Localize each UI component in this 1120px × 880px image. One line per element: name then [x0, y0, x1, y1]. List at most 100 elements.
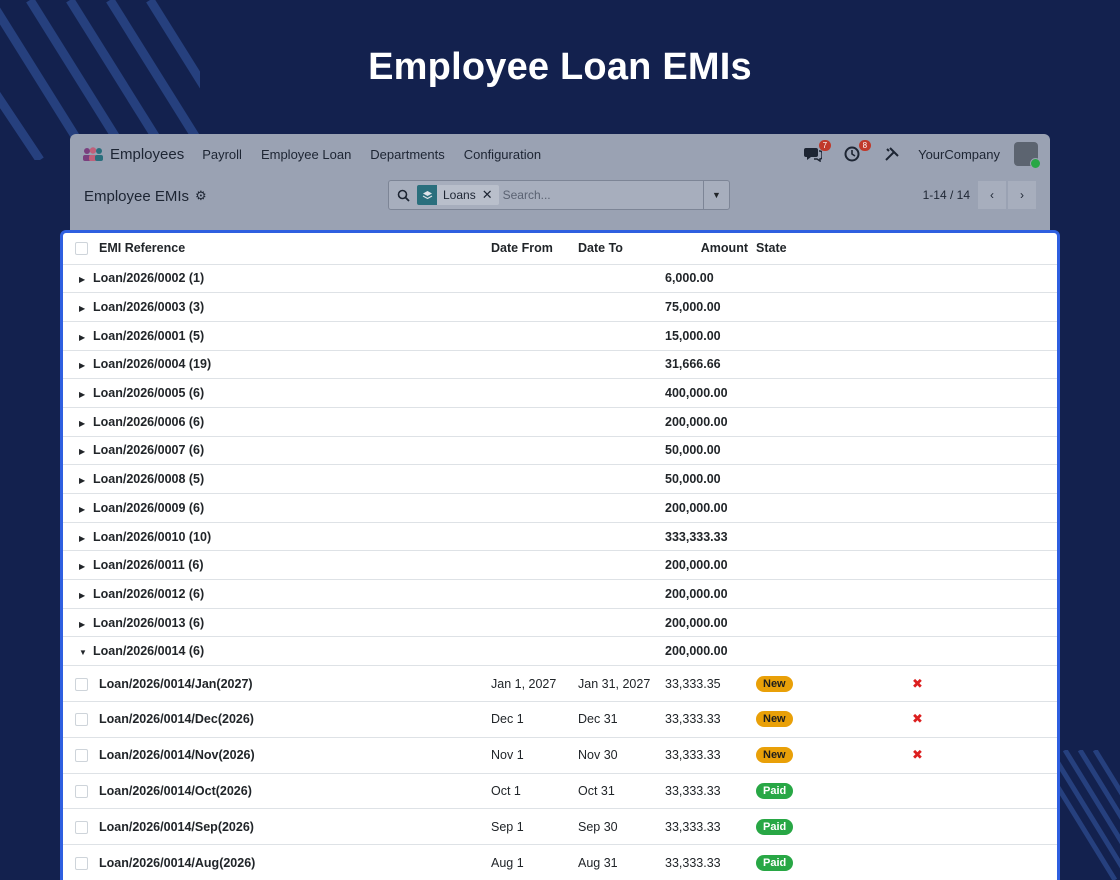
header-amount[interactable]: Amount: [665, 233, 756, 265]
search-facet-groupby: Loans ✕: [417, 185, 499, 205]
delete-x-icon[interactable]: ✖: [912, 711, 923, 726]
caret-right-icon: ▶: [79, 418, 86, 428]
group-row[interactable]: ▶ Loan/2026/0012 (6) 200,000.00: [63, 579, 1057, 609]
amount: 33,333.33: [665, 737, 756, 774]
table-row[interactable]: Loan/2026/0014/Oct(2026) Oct 1 Oct 31 33,33…: [63, 773, 1057, 810]
group-row[interactable]: ▶ Loan/2026/0010 (10) 333,333.33: [63, 522, 1057, 552]
date-from: Sep 1: [491, 808, 578, 846]
table-row[interactable]: Loan/2026/0014/Nov(2026) Nov 1 Nov 30 33,33…: [63, 737, 1057, 774]
pager-next-button[interactable]: ›: [1008, 181, 1036, 209]
emi-list-view: EMI Reference Date From Date To Amount S…: [60, 230, 1060, 880]
table-header-row: EMI Reference Date From Date To Amount S…: [63, 233, 1057, 265]
remove-facet-close-icon[interactable]: ✕: [482, 187, 499, 203]
group-row[interactable]: ▶ Loan/2026/0002 (1) 6,000.00: [63, 264, 1057, 294]
decorative-stripes-bottom-right: [1050, 750, 1120, 880]
emi-reference: Loan/2026/0014/Dec(2026): [99, 701, 491, 738]
group-amount: 333,333.33: [665, 522, 1057, 552]
date-to: Nov 30: [578, 737, 665, 774]
group-label: Loan/2026/0006 (6): [93, 414, 205, 429]
delete-x-icon[interactable]: ✖: [912, 676, 923, 691]
table-body: ▶ Loan/2026/0002 (1) 6,000.00 ▶ Loan/2026/00…: [63, 264, 1057, 880]
status-badge: New: [756, 675, 793, 692]
group-row[interactable]: ▶ Loan/2026/0011 (6) 200,000.00: [63, 550, 1057, 581]
group-row[interactable]: ▶ Loan/2026/0008 (5) 50,000.00: [63, 464, 1057, 494]
header-state[interactable]: State: [756, 233, 912, 265]
group-amount: 31,666.66: [665, 350, 1057, 380]
layers-icon: [417, 185, 437, 205]
table-row[interactable]: Loan/2026/0014/Dec(2026) Dec 1 Dec 31 33,33…: [63, 701, 1057, 738]
search-bar: Loans ✕ ▼: [388, 180, 730, 210]
company-switcher[interactable]: YourCompany: [918, 147, 1000, 162]
group-row[interactable]: ▶ Loan/2026/0009 (6) 200,000.00: [63, 493, 1057, 523]
user-avatar[interactable]: [1014, 142, 1041, 169]
status-badge: New: [756, 711, 793, 728]
emi-reference: Loan/2026/0014/Jan(2027): [99, 665, 491, 702]
row-checkbox[interactable]: [75, 785, 88, 799]
group-label: Loan/2026/0004 (19): [93, 357, 212, 372]
date-from: Aug 1: [491, 844, 578, 880]
group-label: Loan/2026/0013 (6): [93, 615, 205, 630]
employees-app-icon: [83, 147, 103, 161]
menu-departments[interactable]: Departments: [370, 147, 444, 162]
caret-right-icon: ▶: [79, 476, 86, 486]
messages-button[interactable]: 7: [804, 140, 832, 163]
caret-right-icon: ▶: [79, 504, 86, 514]
table-row[interactable]: Loan/2026/0014/Jan(2027) Jan 1, 2027 Jan 3…: [63, 665, 1057, 702]
delete-x-icon[interactable]: ✖: [912, 747, 923, 762]
search-options-toggle[interactable]: ▼: [703, 181, 729, 209]
group-amount: 200,000.00: [665, 550, 1057, 581]
row-checkbox[interactable]: [75, 856, 88, 870]
group-row[interactable]: ▶ Loan/2026/0006 (6) 200,000.00: [63, 407, 1057, 437]
date-to: Aug 31: [578, 844, 665, 880]
group-label: Loan/2026/0003 (3): [93, 300, 205, 315]
row-checkbox[interactable]: [75, 749, 88, 763]
date-to: Sep 30: [578, 808, 665, 846]
group-label: Loan/2026/0011 (6): [93, 558, 204, 573]
search-icon[interactable]: [389, 189, 417, 202]
header-date-to[interactable]: Date To: [578, 233, 665, 265]
row-checkbox[interactable]: [75, 820, 88, 834]
tools-icon[interactable]: [884, 146, 900, 162]
group-amount: 15,000.00: [665, 321, 1057, 351]
group-label: Loan/2026/0008 (5): [93, 472, 205, 487]
pager-previous-button[interactable]: ‹: [978, 181, 1006, 209]
breadcrumb: Employee EMIs ⚙: [84, 188, 207, 205]
row-checkbox[interactable]: [75, 677, 88, 691]
menu-configuration[interactable]: Configuration: [464, 147, 541, 162]
caret-right-icon: ▶: [79, 590, 86, 600]
table-row[interactable]: Loan/2026/0014/Aug(2026) Aug 1 Aug 31 33,33…: [63, 844, 1057, 880]
caret-right-icon: ▶: [79, 304, 86, 314]
caret-right-icon: ▶: [79, 447, 86, 457]
caret-down-icon: ▼: [79, 648, 87, 658]
amount: 33,333.33: [665, 773, 756, 810]
group-row[interactable]: ▶ Loan/2026/0005 (6) 400,000.00: [63, 378, 1057, 408]
amount: 33,333.35: [665, 665, 756, 702]
group-row[interactable]: ▶ Loan/2026/0013 (6) 200,000.00: [63, 608, 1057, 638]
emi-reference: Loan/2026/0014/Aug(2026): [99, 844, 491, 880]
group-amount: 50,000.00: [665, 436, 1057, 466]
gear-icon[interactable]: ⚙: [195, 188, 207, 204]
group-label: Loan/2026/0007 (6): [93, 443, 205, 458]
menu-payroll[interactable]: Payroll: [202, 147, 242, 162]
pager-value[interactable]: 1-14 / 14: [923, 188, 970, 202]
caret-right-icon: ▶: [79, 390, 86, 400]
row-checkbox[interactable]: [75, 713, 88, 727]
header-emi-reference[interactable]: EMI Reference: [99, 233, 491, 265]
group-row[interactable]: ▶ Loan/2026/0003 (3) 75,000.00: [63, 292, 1057, 322]
date-from: Oct 1: [491, 773, 578, 810]
group-row[interactable]: ▶ Loan/2026/0007 (6) 50,000.00: [63, 436, 1057, 466]
group-amount: 400,000.00: [665, 378, 1057, 408]
group-row[interactable]: ▶ Loan/2026/0001 (5) 15,000.00: [63, 321, 1057, 351]
group-row[interactable]: ▶ Loan/2026/0004 (19) 31,666.66: [63, 350, 1057, 380]
search-input[interactable]: [502, 188, 683, 202]
top-navbar: Employees Payroll Employee Loan Departme…: [70, 134, 1050, 174]
app-brand[interactable]: Employees: [82, 146, 184, 163]
date-to: Oct 31: [578, 773, 665, 810]
select-all-checkbox[interactable]: [75, 242, 88, 256]
header-date-from[interactable]: Date From: [491, 233, 578, 265]
activities-button[interactable]: 8: [844, 140, 872, 162]
status-badge: Paid: [756, 818, 794, 835]
menu-employee-loan[interactable]: Employee Loan: [261, 147, 351, 162]
group-row[interactable]: ▼ Loan/2026/0014 (6) 200,000.00: [63, 636, 1057, 667]
table-row[interactable]: Loan/2026/0014/Sep(2026) Sep 1 Sep 30 33,33…: [63, 808, 1057, 846]
